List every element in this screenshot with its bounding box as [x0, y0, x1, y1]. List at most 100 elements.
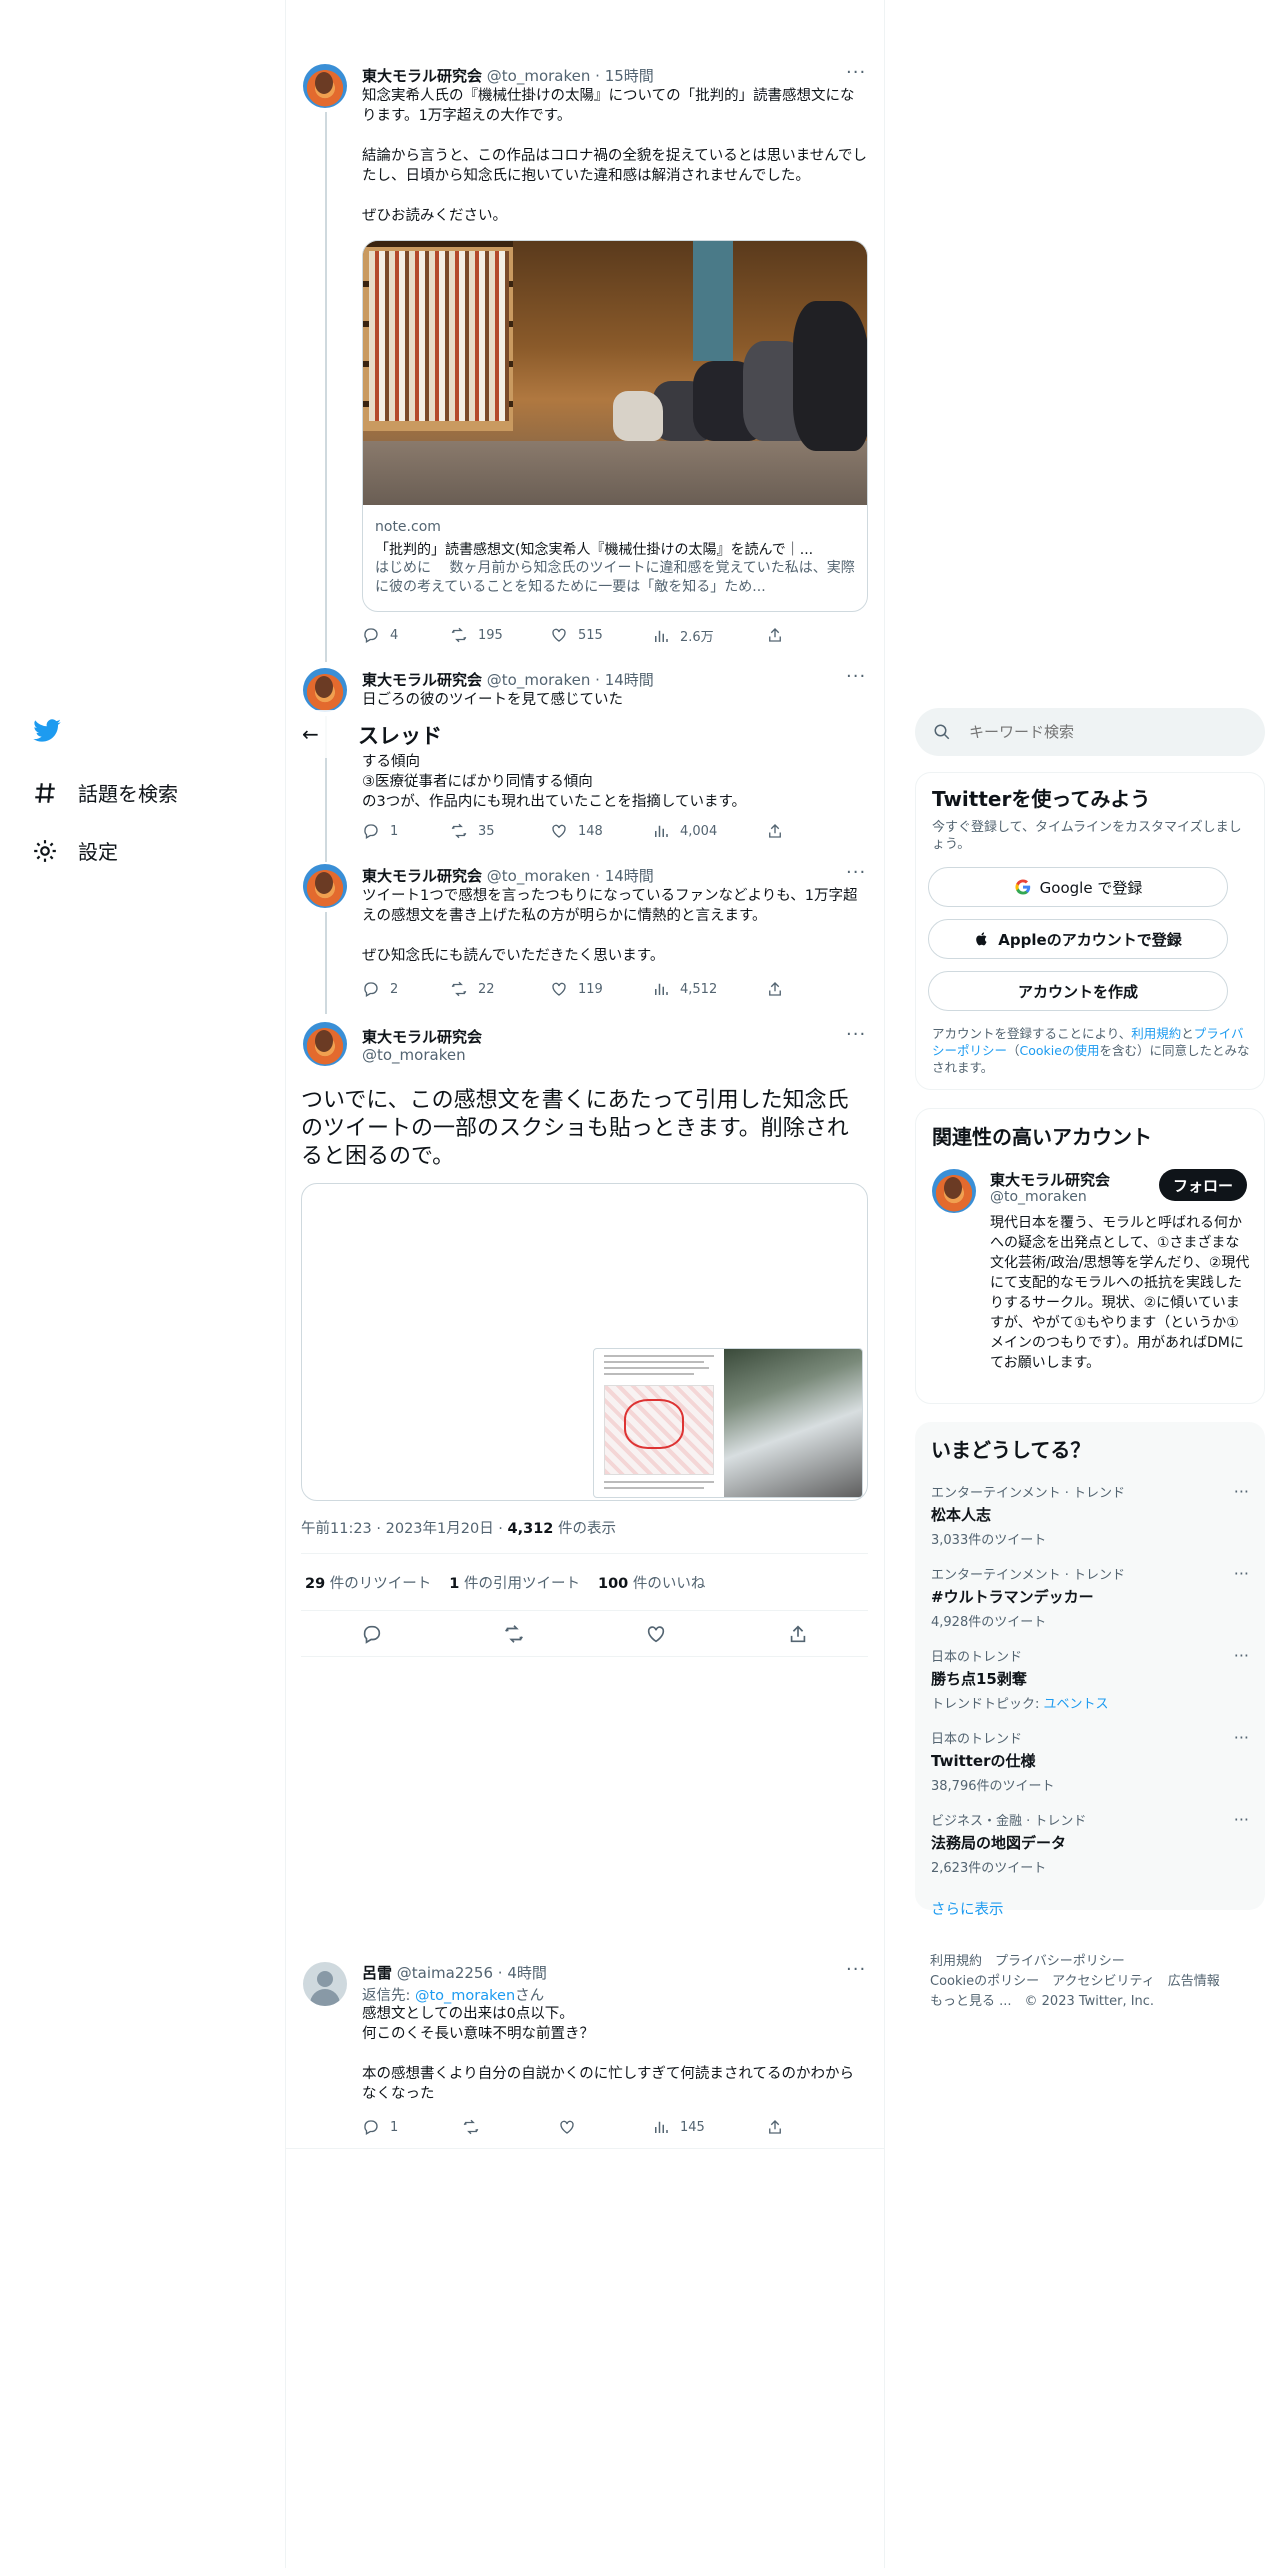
- retweet-button[interactable]: 195: [450, 626, 503, 644]
- display-name[interactable]: 呂雷: [362, 1964, 392, 1982]
- share-button[interactable]: [766, 980, 784, 998]
- retweet-button[interactable]: 35: [450, 822, 495, 840]
- trend-item[interactable]: 日本のトレンド 勝ち点15剥奪 トレンドトピック: ユベントス ···: [931, 1646, 1249, 1712]
- avatar[interactable]: [303, 864, 347, 908]
- footer-links-1[interactable]: 利用規約 プライバシーポリシー: [930, 1950, 1125, 1969]
- more-icon[interactable]: ···: [846, 862, 866, 883]
- tweet-actions: 1 145: [362, 2118, 792, 2138]
- avatar[interactable]: [303, 64, 347, 108]
- handle[interactable]: @to_moraken: [487, 671, 591, 689]
- avatar[interactable]: [303, 668, 347, 712]
- more-icon[interactable]: ···: [846, 62, 866, 83]
- handle[interactable]: @to_moraken: [487, 67, 591, 85]
- link-card-description: はじめに 数ヶ月前から知念氏のツイートに違和感を覚えていた私は、実際に彼の考えて…: [375, 560, 855, 595]
- trend-item[interactable]: エンターテインメント · トレンド 松本人志 3,033件のツイート ···: [931, 1482, 1249, 1548]
- nav-explore[interactable]: 話題を検索: [32, 778, 178, 807]
- avatar[interactable]: [303, 1962, 347, 2006]
- reply-button[interactable]: 2: [362, 980, 398, 998]
- views-button[interactable]: 145: [652, 2118, 705, 2136]
- handle[interactable]: @taima2256: [397, 1964, 493, 1982]
- timestamp[interactable]: 4時間: [507, 1964, 547, 1982]
- retweets-stat[interactable]: 29 件のリツイート: [305, 1572, 431, 1593]
- tweet-date[interactable]: 2023年1月20日: [386, 1521, 494, 1537]
- handle[interactable]: @to_moraken: [990, 1189, 1087, 1205]
- tweet-time[interactable]: 午前11:23: [301, 1521, 372, 1537]
- more-icon[interactable]: ···: [1234, 1564, 1249, 1583]
- avatar[interactable]: [303, 1022, 347, 1066]
- footer-links-2[interactable]: Cookieのポリシー アクセシビリティ 広告情報: [930, 1970, 1220, 1989]
- apple-signup-button[interactable]: Appleのアカウントで登録: [928, 919, 1228, 959]
- views-button[interactable]: 2.6万: [652, 626, 714, 645]
- display-name[interactable]: 東大モラル研究会: [362, 67, 482, 85]
- create-account-button[interactable]: アカウントを作成: [928, 971, 1228, 1011]
- cookie-link[interactable]: Cookieの使用: [1020, 1043, 1100, 1058]
- tweet-actions: 2 22 119 4,512: [362, 980, 792, 1000]
- retweet-button[interactable]: 22: [450, 980, 495, 998]
- trend-item[interactable]: ビジネス・金融 · トレンド 法務局の地図データ 2,623件のツイート ···: [931, 1810, 1249, 1876]
- share-button[interactable]: [766, 626, 784, 644]
- tweet-header: 呂雷 @taima2256 · 4時間: [362, 1962, 547, 1983]
- views-button[interactable]: 4,004: [652, 822, 717, 840]
- likes-stat[interactable]: 100 件のいいね: [598, 1572, 705, 1593]
- avatar[interactable]: [932, 1169, 976, 1213]
- like-button[interactable]: [645, 1623, 667, 1649]
- like-button[interactable]: 515: [550, 626, 603, 644]
- reply-button[interactable]: 1: [362, 2118, 398, 2136]
- retweet-button[interactable]: [503, 1623, 525, 1649]
- display-name[interactable]: 東大モラル研究会: [362, 671, 482, 689]
- tweet-stats: 29 件のリツイート 1 件の引用ツイート 100 件のいいね: [301, 1553, 868, 1611]
- link-card[interactable]: note.com 「批判的」読書感想文(知念実希人『機械仕掛けの太陽』を読んで｜…: [362, 240, 868, 612]
- like-button[interactable]: 148: [550, 822, 603, 840]
- like-button[interactable]: [558, 2118, 576, 2136]
- google-signup-button[interactable]: Google で登録: [928, 867, 1228, 907]
- display-name[interactable]: 東大モラル研究会: [362, 1026, 482, 1047]
- link-card-title: 「批判的」読書感想文(知念実希人『機械仕掛けの太陽』を読んで｜...: [375, 542, 814, 558]
- nav-settings[interactable]: 設定: [32, 836, 118, 865]
- tweet-text: 日ごろの彼のツイートを見て感じていた: [362, 692, 623, 708]
- timestamp[interactable]: 14時間: [605, 671, 654, 689]
- reply-button[interactable]: [361, 1623, 383, 1649]
- search-box[interactable]: [915, 708, 1265, 756]
- trend-item[interactable]: 日本のトレンド Twitterの仕様 38,796件のツイート ···: [931, 1728, 1249, 1794]
- heart-icon: [647, 1626, 665, 1643]
- show-more-link[interactable]: さらに表示: [931, 1898, 1004, 1919]
- display-name[interactable]: 東大モラル研究会: [362, 867, 482, 885]
- tweet-media[interactable]: [301, 1183, 868, 1501]
- more-icon[interactable]: ···: [846, 1024, 866, 1045]
- share-button[interactable]: [766, 2118, 784, 2136]
- more-icon[interactable]: ···: [846, 1959, 866, 1980]
- share-button[interactable]: [766, 822, 784, 840]
- terms-link[interactable]: 利用規約: [1131, 1026, 1181, 1041]
- reply-button[interactable]: 1: [362, 822, 398, 840]
- screenshot-image[interactable]: [593, 1348, 863, 1498]
- timestamp[interactable]: 14時間: [605, 867, 654, 885]
- display-name[interactable]: 東大モラル研究会: [990, 1169, 1110, 1190]
- like-button[interactable]: 119: [550, 980, 603, 998]
- more-icon[interactable]: ···: [1234, 1728, 1249, 1747]
- trends-panel: いまどうしてる？ エンターテインメント · トレンド 松本人志 3,033件のツ…: [915, 1422, 1265, 1918]
- trend-item[interactable]: エンターテインメント · トレンド #ウルトラマンデッカー 4,928件のツイー…: [931, 1564, 1249, 1630]
- handle[interactable]: @to_moraken: [362, 1046, 466, 1064]
- twitter-logo-icon[interactable]: [30, 716, 64, 746]
- timestamp[interactable]: 15時間: [605, 67, 654, 85]
- share-icon: [769, 628, 781, 642]
- more-icon[interactable]: ···: [846, 666, 866, 687]
- more-icon[interactable]: ···: [1234, 1646, 1249, 1665]
- reply-to-link[interactable]: @to_moraken: [415, 1988, 515, 2004]
- footer-links-3[interactable]: もっと見る ... © 2023 Twitter, Inc.: [930, 1990, 1154, 2009]
- separator: ·: [590, 867, 605, 885]
- thread-header-bar: ← スレッド: [286, 710, 884, 758]
- views-button[interactable]: 4,512: [652, 980, 717, 998]
- more-icon[interactable]: ···: [1234, 1810, 1249, 1829]
- follow-button[interactable]: フォロー: [1159, 1169, 1247, 1201]
- quotes-stat[interactable]: 1 件の引用ツイート: [449, 1572, 580, 1593]
- trend-topic-link[interactable]: ユベントス: [1044, 1697, 1109, 1712]
- retweet-button[interactable]: [462, 2118, 480, 2136]
- share-button[interactable]: [787, 1623, 809, 1649]
- search-input[interactable]: [969, 723, 1229, 741]
- reply-button[interactable]: 4: [362, 626, 398, 644]
- handle[interactable]: @to_moraken: [487, 867, 591, 885]
- account-bio: 現代日本を覆う、モラルと呼ばれる何かへの疑念を出発点として、①さまざまな文化芸術…: [990, 1215, 1250, 1371]
- more-icon[interactable]: ···: [1234, 1482, 1249, 1501]
- back-arrow-icon[interactable]: ←: [302, 722, 319, 746]
